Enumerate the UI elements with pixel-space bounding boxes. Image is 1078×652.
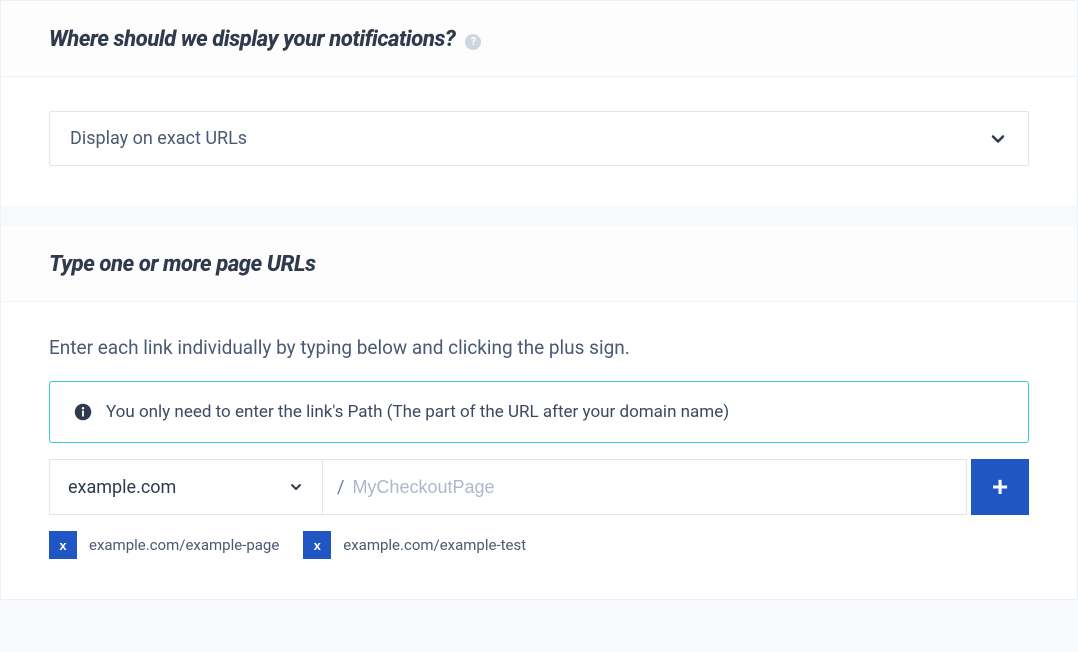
page-urls-instruction: Enter each link individually by typing b… bbox=[49, 336, 1029, 359]
path-separator: / bbox=[323, 459, 352, 515]
display-mode-select[interactable]: Display on exact URLs bbox=[49, 111, 1029, 166]
remove-tag-button[interactable]: x bbox=[303, 531, 331, 559]
page-urls-body: Enter each link individually by typing b… bbox=[1, 302, 1077, 599]
info-text: You only need to enter the link's Path (… bbox=[106, 402, 729, 422]
display-mode-value: Display on exact URLs bbox=[70, 128, 247, 149]
url-tag-label: example.com/example-test bbox=[343, 536, 526, 554]
url-tags-row: x example.com/example-page x example.com… bbox=[49, 531, 1029, 559]
chevron-down-icon bbox=[288, 479, 304, 495]
page-urls-heading: Type one or more page URLs bbox=[49, 252, 316, 277]
url-tag-label: example.com/example-page bbox=[89, 536, 279, 554]
chevron-down-icon bbox=[988, 129, 1008, 149]
info-icon bbox=[74, 403, 92, 421]
help-icon[interactable]: ? bbox=[465, 34, 481, 50]
page-urls-header: Type one or more page URLs bbox=[1, 226, 1077, 302]
display-location-heading: Where should we display your notificatio… bbox=[49, 27, 455, 52]
url-tag: x example.com/example-page bbox=[49, 531, 279, 559]
display-location-header: Where should we display your notificatio… bbox=[1, 1, 1077, 77]
domain-value: example.com bbox=[68, 477, 176, 498]
display-location-body: Display on exact URLs bbox=[1, 77, 1077, 206]
url-input-row: example.com / + bbox=[49, 459, 1029, 515]
url-tag: x example.com/example-test bbox=[303, 531, 526, 559]
info-box: You only need to enter the link's Path (… bbox=[49, 381, 1029, 443]
section-gap bbox=[1, 206, 1077, 226]
remove-tag-button[interactable]: x bbox=[49, 531, 77, 559]
add-url-button[interactable]: + bbox=[971, 459, 1029, 515]
path-input[interactable] bbox=[352, 459, 967, 515]
domain-select[interactable]: example.com bbox=[49, 459, 323, 515]
